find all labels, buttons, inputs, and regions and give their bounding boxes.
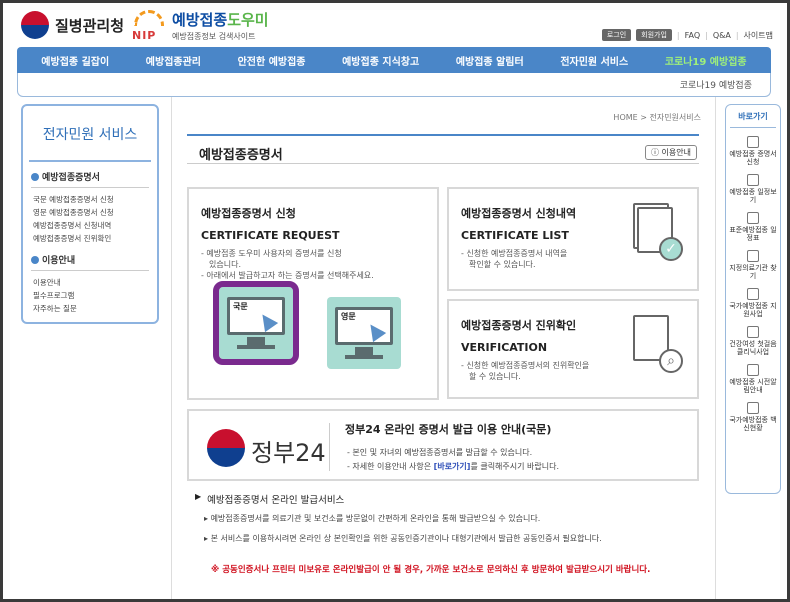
- sidebar-item-guide[interactable]: 이용안내: [33, 276, 147, 289]
- gov24-banner[interactable]: 정부24 정부24 온라인 증명서 발급 이용 안내(국문) - 본인 및 자녀…: [187, 409, 699, 481]
- join-button[interactable]: 회원가입: [636, 29, 672, 41]
- gov24-desc2: - 자세한 이용안내 사항은 [바로가기]를 클릭해주시기 바랍니다.: [347, 462, 560, 471]
- quick-link-women[interactable]: 건강여성 첫걸음 클리닉사업: [726, 326, 780, 356]
- browser-page: 질병관리청 NIP 예방접종도우미 예방접종정보 검색사이트 로그인 회원가입 …: [3, 3, 787, 599]
- taeguk-icon: [21, 11, 49, 39]
- online-service-para1: ▸ 예방접종증명서를 의료기관 및 보건소를 방문없이 간편하게 온라인을 통해…: [204, 514, 541, 523]
- help-button[interactable]: ⓘ 이용안내: [645, 145, 697, 160]
- sidebar-section-certificate[interactable]: 예방접종증명서: [31, 170, 149, 188]
- online-service-para2: ▸ 본 서비스를 이용하시려면 온라인 상 본인확인을 위한 공동인증기관이나 …: [204, 534, 602, 543]
- document-icon: [747, 288, 759, 300]
- card-subtitle: CERTIFICATE REQUEST: [201, 229, 340, 242]
- gnb-guide[interactable]: 예방접종 길잡이: [41, 53, 109, 68]
- page-title: 예방접종증명서: [199, 148, 283, 163]
- quick-link-national[interactable]: 국가예방접종 지원사업: [726, 288, 780, 318]
- clinic-icon: [747, 326, 759, 338]
- en-label: 영문: [341, 311, 356, 322]
- sidebar-item-programs[interactable]: 필수프로그램: [33, 289, 147, 302]
- magnifier-certificate-icon: ⌕: [633, 315, 683, 373]
- utility-links: 로그인 회원가입 | FAQ | Q&A | 사이트맵: [601, 29, 773, 41]
- gnb-notice[interactable]: 예방접종 알림터: [456, 53, 524, 68]
- gov24-shortcut-link[interactable]: [바로가기]: [434, 462, 471, 471]
- card-description: - 예방접종 도우미 사용자의 증명서를 신청 있습니다. - 아래에서 발급하…: [201, 249, 374, 280]
- qa-link[interactable]: Q&A: [713, 31, 731, 40]
- kr-certificate-button[interactable]: 국문: [213, 281, 299, 365]
- sitemap-link[interactable]: 사이트맵: [744, 30, 773, 41]
- sidebar-section-guide[interactable]: 이용안내: [31, 253, 149, 271]
- left-sidebar: 전자민원 서비스 예방접종증명서 국문 예방접종증명서 신청 영문 예방접종증명…: [21, 104, 159, 324]
- top-bar: 질병관리청 NIP 예방접종도우미 예방접종정보 검색사이트 로그인 회원가입 …: [3, 3, 787, 47]
- breadcrumb: HOME > 전자민원서비스: [613, 113, 701, 122]
- quick-link-schedule[interactable]: 예방접종 일정보기: [726, 174, 780, 204]
- triangle-bullet-icon: ▶: [195, 492, 202, 501]
- kdca-name: 질병관리청: [55, 16, 125, 35]
- quick-links: 바로가기 예방접종 증명서 신청 예방접종 일정보기 표준예방접종 일정표 지정…: [725, 104, 781, 494]
- printer-icon: [747, 136, 759, 148]
- nip-sun-icon: NIP: [130, 9, 168, 42]
- sidebar-item-history[interactable]: 예방접종증명서 신청내역: [33, 219, 147, 232]
- quick-links-title: 바로가기: [730, 111, 776, 128]
- online-service-heading: ▶ 예방접종증명서 온라인 발급서비스: [195, 492, 345, 506]
- gnb-covid[interactable]: 코로나19 예방접종: [665, 53, 747, 68]
- hospital-icon: [747, 250, 759, 262]
- certificate-list-card[interactable]: 예방접종증명서 신청내역 CERTIFICATE LIST - 신청한 예방접종…: [447, 187, 699, 291]
- gov24-desc1: - 본인 및 자녀의 예방접종증명서를 발급할 수 있습니다.: [347, 448, 533, 457]
- content-divider: [715, 97, 716, 599]
- gov24-logo-text: 정부24: [251, 439, 326, 467]
- content-divider: [171, 97, 172, 599]
- nip-logo[interactable]: NIP 예방접종도우미 예방접종정보 검색사이트: [130, 9, 269, 42]
- vaccine-icon: [747, 402, 759, 414]
- sub-nav: 코로나19 예방접종: [17, 73, 771, 97]
- sidebar-item-verify[interactable]: 예방접종증명서 진위확인: [33, 232, 147, 245]
- login-button[interactable]: 로그인: [601, 29, 632, 41]
- gnb-management[interactable]: 예방접종관리: [146, 53, 201, 68]
- quick-link-standard[interactable]: 표준예방접종 일정표: [726, 212, 780, 242]
- document-check-icon: ✓: [633, 203, 683, 261]
- bullet-icon: [31, 255, 39, 264]
- quick-link-alert[interactable]: 예방접종 시전알림안내: [726, 364, 780, 394]
- gnb-safe[interactable]: 안전한 예방접종: [238, 53, 306, 68]
- bullet-icon: [31, 172, 39, 181]
- syringe-icon: [747, 212, 759, 224]
- quick-link-hospital[interactable]: 지정의료기관 찾기: [726, 250, 780, 280]
- quick-link-vaccine[interactable]: 국가예방접종 백신현황: [726, 402, 780, 432]
- sidebar-title: 전자민원 서비스: [29, 106, 151, 162]
- card-title: 예방접종증명서 신청: [201, 207, 296, 220]
- en-certificate-button[interactable]: 영문: [327, 297, 401, 369]
- global-nav: 예방접종 길잡이 예방접종관리 안전한 예방접종 예방접종 지식창고 예방접종 …: [17, 47, 771, 73]
- online-service-warning: ※ 공동인증서나 프린터 미보유로 온라인발급이 안 될 경우, 가까운 보건소…: [211, 565, 651, 575]
- sidebar-item-kr-request[interactable]: 국문 예방접종증명서 신청: [33, 193, 147, 206]
- nip-title: 예방접종도우미: [172, 11, 269, 29]
- verification-card[interactable]: 예방접종증명서 진위확인 VERIFICATION - 신청한 예방접종증명서의…: [447, 299, 699, 399]
- gnb-eservice[interactable]: 전자민원 서비스: [560, 53, 628, 68]
- gnb-knowledge[interactable]: 예방접종 지식창고: [342, 53, 419, 68]
- sidebar-item-en-request[interactable]: 영문 예방접종증명서 신청: [33, 206, 147, 219]
- sidebar-item-faq[interactable]: 자주하는 질문: [33, 302, 147, 315]
- kr-label: 국문: [233, 301, 248, 312]
- nip-subtitle: 예방접종정보 검색사이트: [172, 32, 256, 41]
- subnav-covid-link[interactable]: 코로나19 예방접종: [680, 78, 752, 91]
- certificate-request-card: 예방접종증명서 신청 CERTIFICATE REQUEST - 예방접종 도우…: [187, 187, 439, 400]
- bell-icon: [747, 364, 759, 376]
- page-title-bar: 예방접종증명서 ⓘ 이용안내: [187, 134, 699, 164]
- gov24-title: 정부24 온라인 증명서 발급 이용 안내(국문): [345, 423, 552, 436]
- gov24-logo-icon: [207, 429, 245, 467]
- faq-link[interactable]: FAQ: [685, 31, 701, 40]
- kdca-logo[interactable]: 질병관리청: [21, 11, 124, 39]
- quick-link-request[interactable]: 예방접종 증명서 신청: [726, 136, 780, 166]
- nip-logo-text: NIP: [132, 28, 157, 42]
- calendar-icon: [747, 174, 759, 186]
